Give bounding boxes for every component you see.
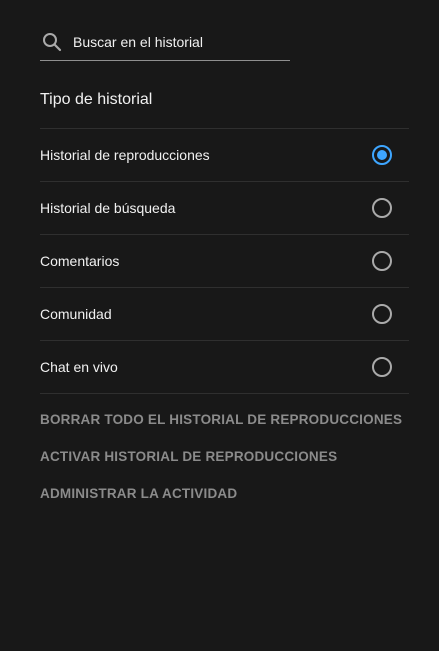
option-label: Comunidad (40, 306, 112, 322)
history-type-list: Historial de reproducciones Historial de… (40, 128, 409, 394)
option-label: Chat en vivo (40, 359, 118, 375)
option-label: Comentarios (40, 253, 120, 269)
history-type-option-watch[interactable]: Historial de reproducciones (40, 129, 409, 182)
history-type-option-community[interactable]: Comunidad (40, 288, 409, 341)
section-title: Tipo de historial (40, 91, 153, 108)
history-type-option-search[interactable]: Historial de búsqueda (40, 182, 409, 235)
radio-unchecked[interactable] (372, 304, 392, 324)
history-panel: Tipo de historial Historial de reproducc… (0, 0, 439, 651)
option-label: Historial de búsqueda (40, 200, 176, 216)
history-type-option-live-chat[interactable]: Chat en vivo (40, 341, 409, 394)
search-bar[interactable] (40, 24, 290, 61)
radio-dot (377, 150, 387, 160)
search-input[interactable] (73, 34, 273, 50)
radio-unchecked[interactable] (372, 251, 392, 271)
activate-history-button[interactable]: ACTIVAR HISTORIAL DE REPRODUCCIONES (40, 447, 402, 484)
radio-unchecked[interactable] (372, 198, 392, 218)
option-label: Historial de reproducciones (40, 147, 210, 163)
clear-all-history-button[interactable]: BORRAR TODO EL HISTORIAL DE REPRODUCCION… (40, 410, 402, 447)
actions-group: BORRAR TODO EL HISTORIAL DE REPRODUCCION… (40, 410, 402, 521)
radio-checked[interactable] (372, 145, 392, 165)
search-icon[interactable] (41, 31, 63, 53)
history-type-option-comments[interactable]: Comentarios (40, 235, 409, 288)
manage-activity-button[interactable]: ADMINISTRAR LA ACTIVIDAD (40, 484, 402, 521)
radio-unchecked[interactable] (372, 357, 392, 377)
